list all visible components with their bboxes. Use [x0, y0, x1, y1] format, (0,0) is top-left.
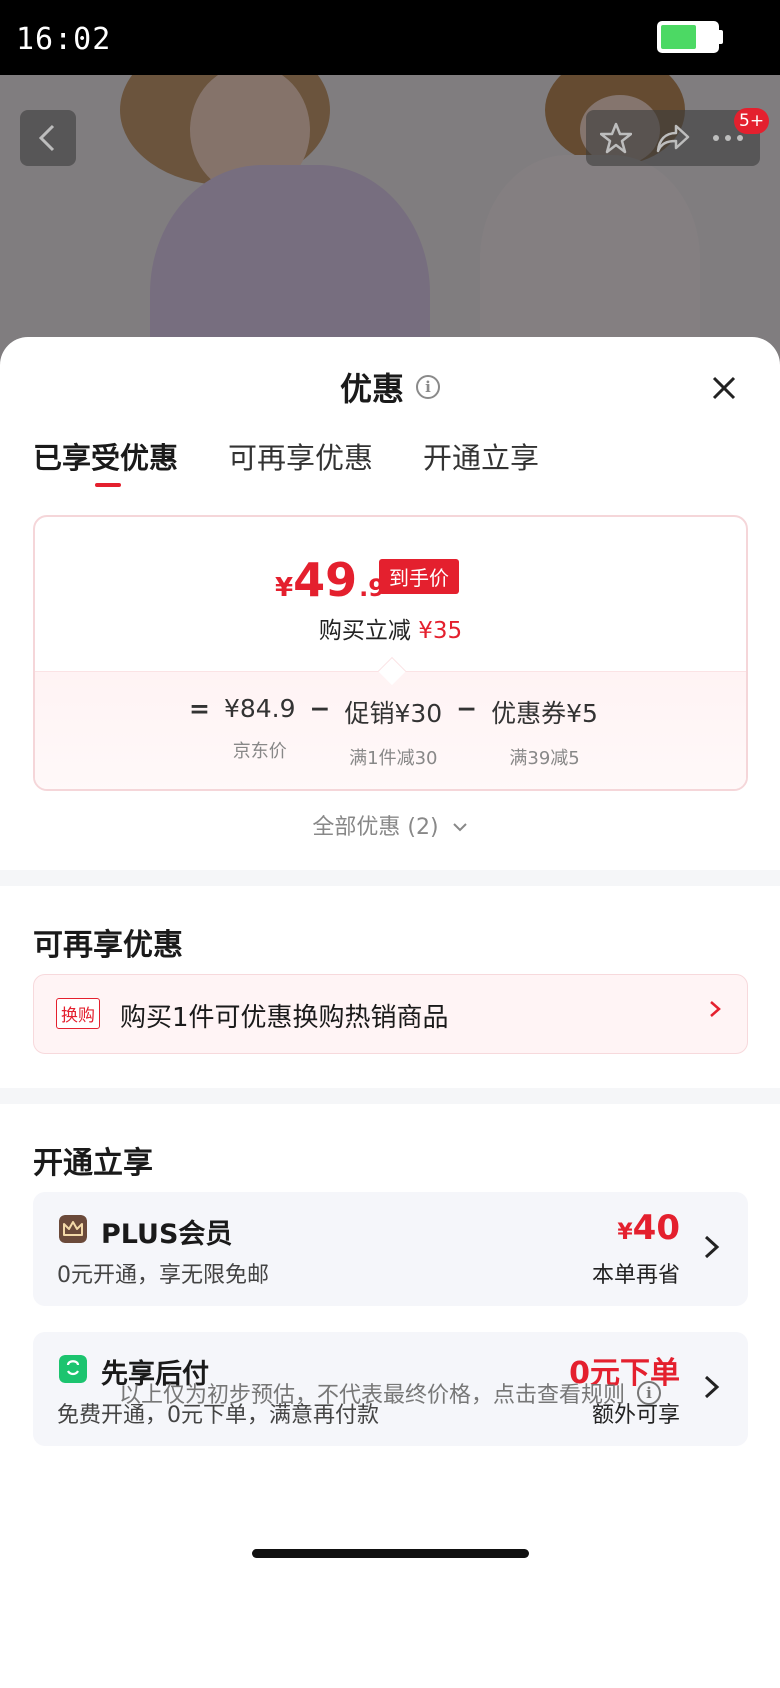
chevron-right-icon — [704, 1235, 720, 1259]
activate-title: 开通立享 — [33, 1146, 153, 1181]
chevron-right-icon — [710, 1001, 721, 1017]
battery-icon — [657, 21, 719, 53]
all-offers-toggle[interactable]: 全部优惠 (2) — [0, 809, 780, 841]
instant-cut: 购买立减 ¥35 — [318, 618, 463, 644]
share-icon[interactable] — [656, 122, 690, 154]
info-icon: i — [637, 1381, 661, 1405]
exchange-text: 购买1件可优惠换购热销商品 — [120, 1003, 449, 1033]
product-image: 5+ — [0, 75, 780, 375]
exchange-offer-row[interactable]: 换购 购买1件可优惠换购热销商品 — [33, 974, 748, 1054]
offer-tabs: 已享受优惠 可再享优惠 开通立享 — [33, 435, 589, 487]
close-button[interactable] — [706, 370, 742, 406]
tab-activate[interactable]: 开通立享 — [423, 435, 539, 487]
final-price-tag: 到手价 — [379, 559, 459, 594]
chevron-left-icon — [38, 124, 55, 152]
tab-enjoyed[interactable]: 已享受优惠 — [33, 435, 178, 487]
plus-subtitle: 0元开通，享无限免邮 — [57, 1263, 269, 1288]
status-time: 16:02 — [16, 22, 112, 57]
tab-indicator — [95, 483, 121, 487]
plus-note: 本单再省 — [591, 1263, 680, 1288]
more-icon[interactable] — [712, 132, 744, 144]
plus-title: PLUS会员 — [101, 1219, 233, 1250]
star-icon[interactable] — [600, 122, 632, 154]
more-offers-title: 可再享优惠 — [33, 928, 183, 963]
price-breakdown: = ¥84.9 京东价 − 促销¥30 满1件减30 − 优惠券¥5 满39减5 — [35, 671, 746, 789]
close-icon — [712, 376, 736, 400]
crown-icon — [59, 1215, 87, 1243]
price-card: ¥ 49 .9 到手价 购买立减 ¥35 = ¥84.9 京东价 − 促销¥30 — [33, 515, 748, 791]
disclaimer[interactable]: 以上仅为初步预估，不代表最终价格，点击查看规则 i — [0, 1377, 780, 1409]
divider — [0, 870, 780, 886]
back-button[interactable] — [20, 110, 76, 166]
plus-saving: ¥40 — [617, 1208, 680, 1248]
status-bar: 16:02 — [0, 0, 780, 75]
tab-more-offers[interactable]: 可再享优惠 — [228, 435, 373, 487]
sheet-title: 优惠 — [340, 370, 405, 408]
base-price: ¥84.9 京东价 — [223, 694, 296, 762]
sheet-header: 优惠 i — [340, 367, 441, 408]
cart-badge: 5+ — [734, 108, 770, 134]
price-formula: = ¥84.9 京东价 − 促销¥30 满1件减30 − 优惠券¥5 满39减5 — [189, 694, 598, 769]
offers-sheet: 优惠 i 已享受优惠 可再享优惠 开通立享 ¥ 49 .9 到手价 购买立减 ¥… — [0, 337, 780, 1688]
info-icon[interactable]: i — [416, 375, 441, 399]
chevron-down-icon — [452, 823, 467, 832]
exchange-tag: 换购 — [56, 998, 100, 1029]
home-indicator[interactable] — [252, 1549, 529, 1558]
divider — [0, 1088, 780, 1104]
plus-member-card[interactable]: PLUS会员 0元开通，享无限免邮 ¥40 本单再省 — [33, 1192, 748, 1306]
coupon-discount: 优惠券¥5 满39减5 — [491, 699, 598, 769]
promo-discount: 促销¥30 满1件减30 — [344, 699, 443, 769]
final-price: ¥ 49 .9 — [275, 553, 385, 607]
